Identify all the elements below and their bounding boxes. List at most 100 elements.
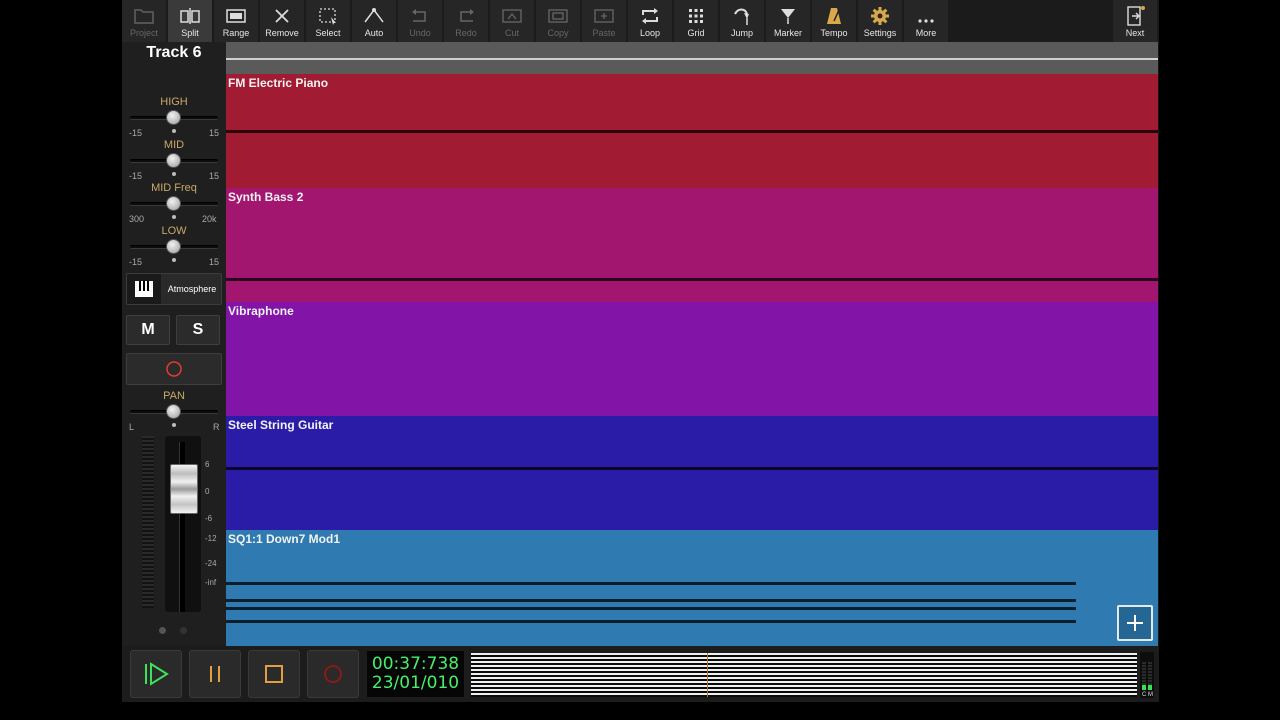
instrument-name: Atmosphere	[167, 284, 217, 294]
project-button[interactable]: Project	[122, 0, 166, 42]
split-icon	[179, 5, 201, 27]
record-arm-button[interactable]	[126, 353, 222, 385]
track-lane[interactable]: FM Electric Piano	[226, 74, 1158, 188]
plus-icon	[1127, 615, 1143, 631]
page-dot-active[interactable]	[159, 627, 166, 634]
track-lane[interactable]: Steel String Guitar	[226, 416, 1158, 530]
undo-button[interactable]: Undo	[398, 0, 442, 42]
meter-level-right	[1148, 685, 1152, 690]
midi-region[interactable]: Steel String Guitar	[226, 416, 1158, 530]
app-window: Project Split Range Remove Select Auto U…	[122, 0, 1159, 702]
db-label: -12	[205, 534, 217, 543]
select-icon	[317, 5, 339, 27]
next-button[interactable]: Next	[1113, 0, 1157, 42]
track-lane[interactable]: Vibraphone	[226, 302, 1158, 416]
pause-button[interactable]	[189, 650, 241, 698]
pan-right-label: R	[213, 422, 220, 432]
transport-bar: 00:37:738 23/01/010 C M	[122, 646, 1159, 702]
track-lane[interactable]: Synth Bass 2	[226, 188, 1158, 302]
play-button[interactable]	[130, 650, 182, 698]
eq-low-knob[interactable]	[166, 239, 181, 254]
redo-button[interactable]: Redo	[444, 0, 488, 42]
grid-button[interactable]: Grid	[674, 0, 718, 42]
playhead	[707, 653, 708, 697]
song-overview[interactable]	[471, 653, 1137, 697]
pan-center-dot	[172, 423, 176, 427]
region-name: SQ1:1 Down7 Mod1	[228, 532, 341, 546]
volume-fader-handle[interactable]	[170, 464, 198, 514]
cut-button[interactable]: Cut	[490, 0, 534, 42]
ruler-line	[226, 58, 1158, 60]
midi-note	[226, 620, 1076, 623]
db-label: 6	[205, 460, 210, 469]
stop-icon	[265, 665, 283, 683]
db-label: 0	[205, 487, 210, 496]
region-name: FM Electric Piano	[228, 76, 329, 90]
select-button[interactable]: Select	[306, 0, 350, 42]
redo-icon	[455, 5, 477, 27]
timeline-ruler[interactable]	[226, 42, 1158, 74]
pan-label: PAN	[163, 390, 185, 402]
marker-button[interactable]: Marker	[766, 0, 810, 42]
time-display[interactable]: 00:37:738 23/01/010	[367, 651, 464, 697]
split-button[interactable]: Split	[168, 0, 212, 42]
copy-button[interactable]: Copy	[536, 0, 580, 42]
more-icon	[915, 5, 937, 27]
mute-button[interactable]: M	[126, 315, 170, 345]
eq-high-knob[interactable]	[166, 110, 181, 125]
eq-midfreq-center-dot	[172, 215, 176, 219]
metronome-icon	[823, 5, 845, 27]
midi-region[interactable]: Vibraphone	[226, 302, 1158, 416]
level-meter	[142, 436, 154, 608]
settings-button[interactable]: Settings	[858, 0, 902, 42]
volume-fader-area: 6 0 -6 -12 -24 -inf	[122, 432, 226, 646]
instrument-selector[interactable]: Atmosphere	[126, 273, 222, 305]
pause-icon	[210, 666, 220, 682]
record-button[interactable]	[307, 650, 359, 698]
track-lane[interactable]: SQ1:1 Down7 Mod1	[226, 530, 1158, 646]
page-dot[interactable]	[180, 627, 187, 634]
paste-button[interactable]: Paste	[582, 0, 626, 42]
range-button[interactable]: Range	[214, 0, 258, 42]
auto-button[interactable]: Auto	[352, 0, 396, 42]
db-label: -6	[205, 514, 213, 523]
midi-region[interactable]: SQ1:1 Down7 Mod1	[226, 530, 1158, 646]
more-button[interactable]: More	[904, 0, 948, 42]
loop-button[interactable]: Loop	[628, 0, 672, 42]
remove-button[interactable]: Remove	[260, 0, 304, 42]
db-label: -24	[205, 559, 217, 568]
track-channel-strip: Track 6 HIGH -15 15 MID -15 15 MID Freq …	[122, 42, 226, 646]
gear-icon	[869, 5, 891, 27]
paste-icon	[593, 5, 615, 27]
automation-icon	[363, 5, 385, 27]
jump-button[interactable]: Jump	[720, 0, 764, 42]
bar-position: 23/01/010	[371, 673, 460, 693]
region-divider	[226, 130, 1158, 133]
add-track-button[interactable]	[1117, 605, 1153, 641]
close-icon	[271, 5, 293, 27]
master-level-meter: C M	[1140, 652, 1154, 698]
eq-high-center-dot	[172, 129, 176, 133]
track-timeline[interactable]: FM Electric Piano Synth Bass 2 Vibraphon…	[226, 42, 1158, 646]
eq-mid-knob[interactable]	[166, 153, 181, 168]
meter-label: C	[1142, 692, 1147, 698]
marker-icon	[777, 5, 799, 27]
solo-button[interactable]: S	[176, 315, 220, 345]
track-name[interactable]: Track 6	[122, 42, 226, 64]
db-label: -inf	[205, 578, 217, 587]
loop-icon	[639, 5, 661, 27]
eq-low-label: LOW	[161, 225, 187, 237]
midi-note	[226, 582, 1076, 585]
midi-region[interactable]: Synth Bass 2	[226, 188, 1158, 302]
undo-icon	[409, 5, 431, 27]
eq-midfreq-knob[interactable]	[166, 196, 181, 211]
tempo-button[interactable]: Tempo	[812, 0, 856, 42]
region-divider	[226, 467, 1158, 470]
toolbar: Project Split Range Remove Select Auto U…	[122, 0, 1159, 42]
record-icon	[166, 361, 182, 377]
region-divider	[226, 278, 1158, 281]
stop-button[interactable]	[248, 650, 300, 698]
pan-knob[interactable]	[166, 404, 181, 419]
eq-mid-center-dot	[172, 172, 176, 176]
next-icon	[1124, 5, 1146, 27]
